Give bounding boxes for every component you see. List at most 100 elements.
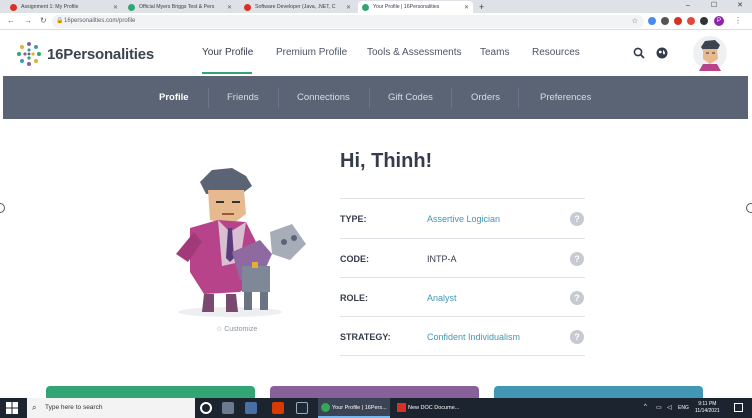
logician-avatar-illustration [176,168,306,317]
tab-title: Software Developer (Java, .NET, C [255,4,336,10]
taskbar-search-placeholder: Type here to search [45,404,103,411]
lock-icon: 🔒 [56,18,64,24]
app-icon[interactable] [245,402,257,414]
subnav-divider [369,88,370,108]
puzzle-extensions-icon[interactable] [700,17,708,25]
subnav-divider [518,88,519,108]
browser-tab-active[interactable]: Your Profile | 16Personalities ✕ [358,1,473,13]
subnav-preferences[interactable]: Preferences [540,92,591,103]
customize-avatar-link[interactable]: ☆ Customize [216,325,257,333]
nav-premium-profile[interactable]: Premium Profile [276,47,347,58]
chrome-icon [321,403,330,412]
extension-icon[interactable] [661,17,669,25]
cortana-icon[interactable] [200,402,212,414]
windows-start-icon[interactable] [6,402,18,414]
user-avatar[interactable] [693,35,727,71]
help-icon[interactable]: ? [570,291,584,305]
help-icon[interactable]: ? [570,212,584,226]
close-tab-icon[interactable]: ✕ [346,4,351,11]
task-view-icon[interactable] [222,402,234,414]
close-tab-icon[interactable]: ✕ [113,4,118,11]
volume-icon[interactable]: ◁ [667,404,672,411]
feature-card-purple[interactable] [270,386,479,398]
office-icon[interactable] [272,402,284,414]
subnav-profile[interactable]: Profile [159,92,189,103]
address-bar[interactable]: 🔒 16personalities.com/profile ☆ [52,15,644,28]
rows-divider [340,355,585,356]
help-icon[interactable]: ? [570,330,584,344]
back-icon[interactable]: ← [7,16,15,26]
nav-resources[interactable]: Resources [532,47,580,58]
taskbar-search-input[interactable]: ⌕ Type here to search [27,398,195,418]
tab-title: Your Profile | 16Personalities [373,4,440,10]
job-site-favicon-icon [244,3,251,11]
globe-icon[interactable] [656,47,668,59]
taskbar-app-chrome[interactable]: Your Profile | 16Pers... [318,398,390,418]
browser-tab-strip: Assignment 1: My Profile ✕ Official Myer… [0,0,752,13]
browser-tab[interactable]: Official Myers Briggs Test & Pers ✕ [124,1,236,13]
profile-row-type: TYPE: Assertive Logician ? [340,198,585,238]
taskbar-app-doc[interactable]: New DOC Docume... [394,398,466,418]
profile-row-role: ROLE: Analyst ? [340,277,585,317]
browser-tab[interactable]: Assignment 1: My Profile ✕ [6,1,122,13]
maximize-button[interactable]: ☐ [702,0,726,12]
browser-tab[interactable]: Software Developer (Java, .NET, C ✕ [240,1,355,13]
carousel-prev-handle[interactable] [0,203,5,213]
subnav-divider [208,88,209,108]
canvas-favicon-icon [10,3,17,11]
feature-card-green[interactable] [46,386,255,398]
16p-favicon-icon [128,3,135,11]
search-icon: ⌕ [32,403,37,412]
bookmark-star-icon[interactable]: ☆ [632,15,638,28]
clock-time: 9:11 PM [698,401,717,407]
clock-date: 11/14/2021 [695,408,720,414]
nav-your-profile[interactable]: Your Profile [202,47,253,58]
close-window-button[interactable]: ✕ [728,0,752,12]
profile-row-code: CODE: INTP-A ? [340,238,585,278]
language-indicator[interactable]: ENG [678,405,689,411]
notifications-icon[interactable] [734,403,743,412]
nav-teams[interactable]: Teams [480,47,509,58]
menu-dots-icon[interactable]: ⋮ [734,16,742,26]
nav-tools-assessments[interactable]: Tools & Assessments [367,47,461,58]
subnav-orders[interactable]: Orders [471,92,500,103]
forward-icon[interactable]: → [24,16,32,26]
subnav-friends[interactable]: Friends [227,92,259,103]
minimize-button[interactable]: – [676,0,700,12]
tab-title: Official Myers Briggs Test & Pers [139,4,215,10]
row-label: CODE: [340,254,369,264]
carousel-next-handle[interactable] [746,203,752,213]
taskbar-app-label: New DOC Docume... [408,405,460,411]
strategy-link[interactable]: Confident Individualism [427,332,520,342]
code-value: INTP-A [427,254,457,264]
tab-title: Assignment 1: My Profile [21,4,79,10]
close-tab-icon[interactable]: ✕ [227,4,232,11]
help-icon[interactable]: ? [570,252,584,266]
type-link[interactable]: Assertive Logician [427,214,500,224]
tray-chevron-icon[interactable]: ^ [644,404,647,410]
new-tab-button[interactable]: + [477,1,489,13]
profile-row-strategy: STRATEGY: Confident Individualism ? [340,316,585,356]
star-icon: ☆ [216,326,223,333]
close-tab-icon[interactable]: ✕ [464,4,469,11]
subnav-connections[interactable]: Connections [297,92,350,103]
doc-app-icon [397,403,406,412]
browser-toolbar: ← → ↻ 🔒 16personalities.com/profile ☆ P … [0,13,752,30]
steam-icon[interactable] [296,402,308,414]
row-label: TYPE: [340,214,367,224]
extension-pen-icon[interactable] [648,17,656,25]
profile-avatar-icon[interactable]: P [714,16,724,26]
role-link[interactable]: Analyst [427,293,457,303]
subnav-gift-codes[interactable]: Gift Codes [388,92,433,103]
taskbar-clock[interactable]: 9:11 PM 11/14/2021 [695,401,720,415]
feature-card-blue[interactable] [494,386,703,398]
reload-icon[interactable]: ↻ [40,16,47,26]
network-icon[interactable]: ▭ [656,404,662,411]
extension-icon[interactable] [687,17,695,25]
extension-icon[interactable] [674,17,682,25]
site-logo[interactable]: 16Personalities [16,41,154,67]
search-icon[interactable] [633,47,645,59]
windows-taskbar: ⌕ Type here to search Your Profile | 16P… [0,398,752,418]
subnav-divider [278,88,279,108]
profile-subnav: Profile Friends Connections Gift Codes O… [3,76,748,119]
